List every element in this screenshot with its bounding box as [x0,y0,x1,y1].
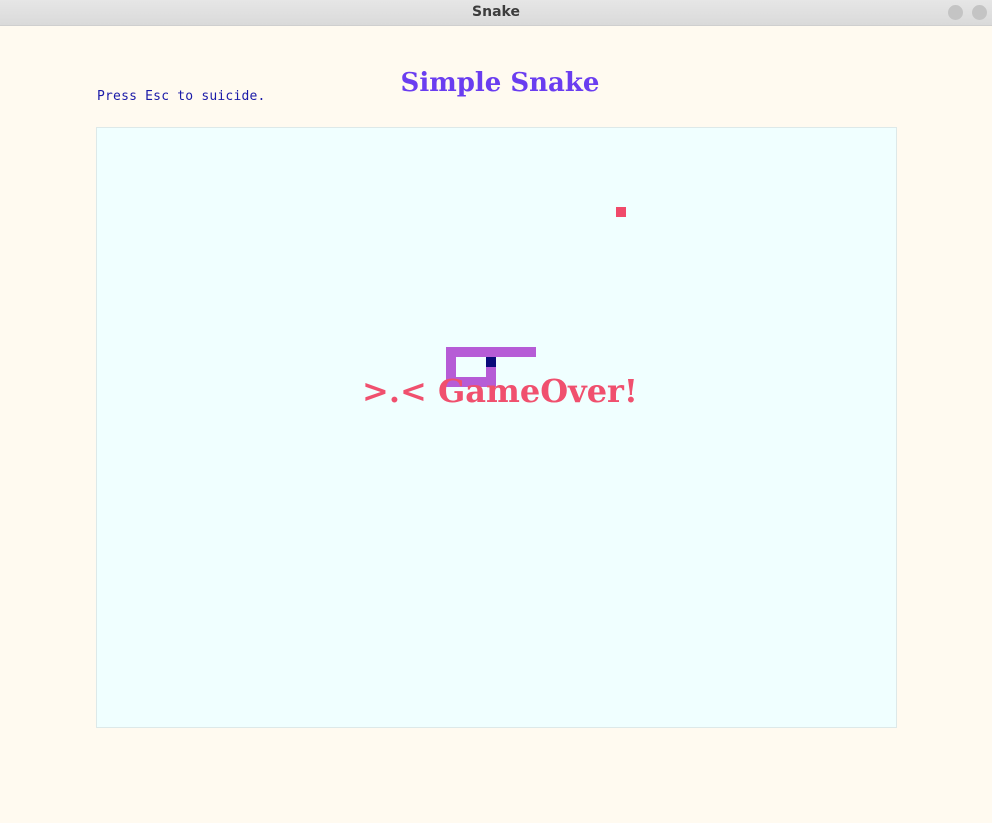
close-button[interactable] [972,5,987,20]
title-bar[interactable]: Snake [0,0,992,26]
game-title: Simple Snake [400,68,600,98]
snake-segment [446,347,536,357]
game-window: Snake Press Esc to suicide. Simple Snake… [0,0,992,823]
minimize-button[interactable] [948,5,963,20]
food-item [616,207,626,217]
game-board[interactable] [96,127,897,728]
window-title: Snake [472,4,520,20]
game-over-message: >.< GameOver! [362,372,638,410]
suicide-hint: Press Esc to suicide. [97,89,266,104]
snake-head [486,357,496,367]
